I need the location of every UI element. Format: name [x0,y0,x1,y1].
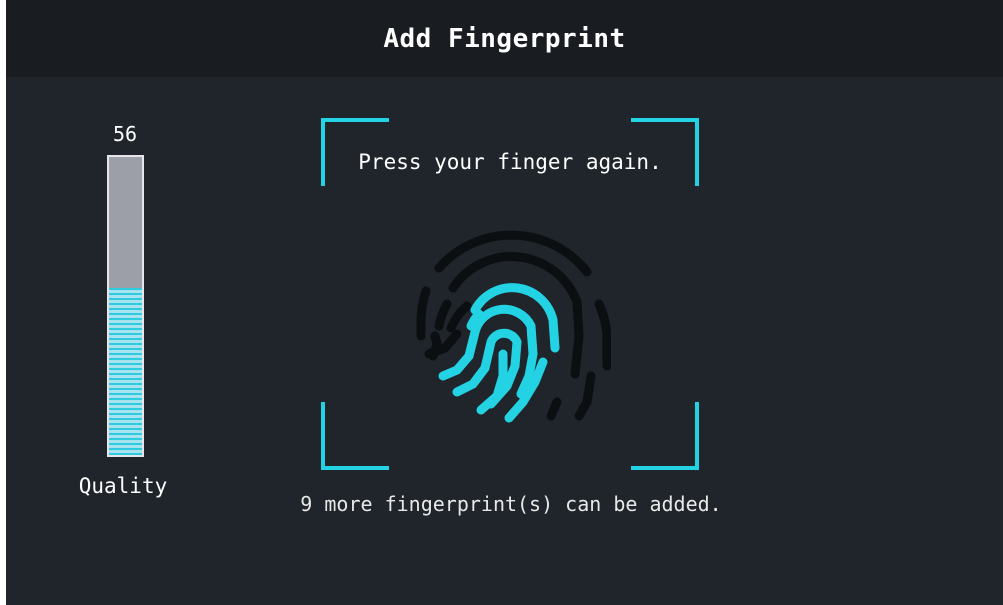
quality-label: Quality [78,474,168,498]
quality-fill [109,288,142,455]
remaining-count-text: 9 more fingerprint(s) can be added. [300,492,722,516]
title-bar: Add Fingerprint [6,0,1003,77]
fingerprint-icon [411,216,612,426]
page-title: Add Fingerprint [383,23,626,54]
screen: Add Fingerprint 56 Quality Press your fi… [0,0,1003,605]
quality-value: 56 [112,122,138,146]
device-display: Add Fingerprint 56 Quality Press your fi… [6,0,1003,605]
frame-corner-bottom-right [631,402,699,470]
scan-prompt: Press your finger again. [358,150,662,174]
quality-bar [107,155,144,457]
frame-corner-bottom-left [321,402,389,470]
